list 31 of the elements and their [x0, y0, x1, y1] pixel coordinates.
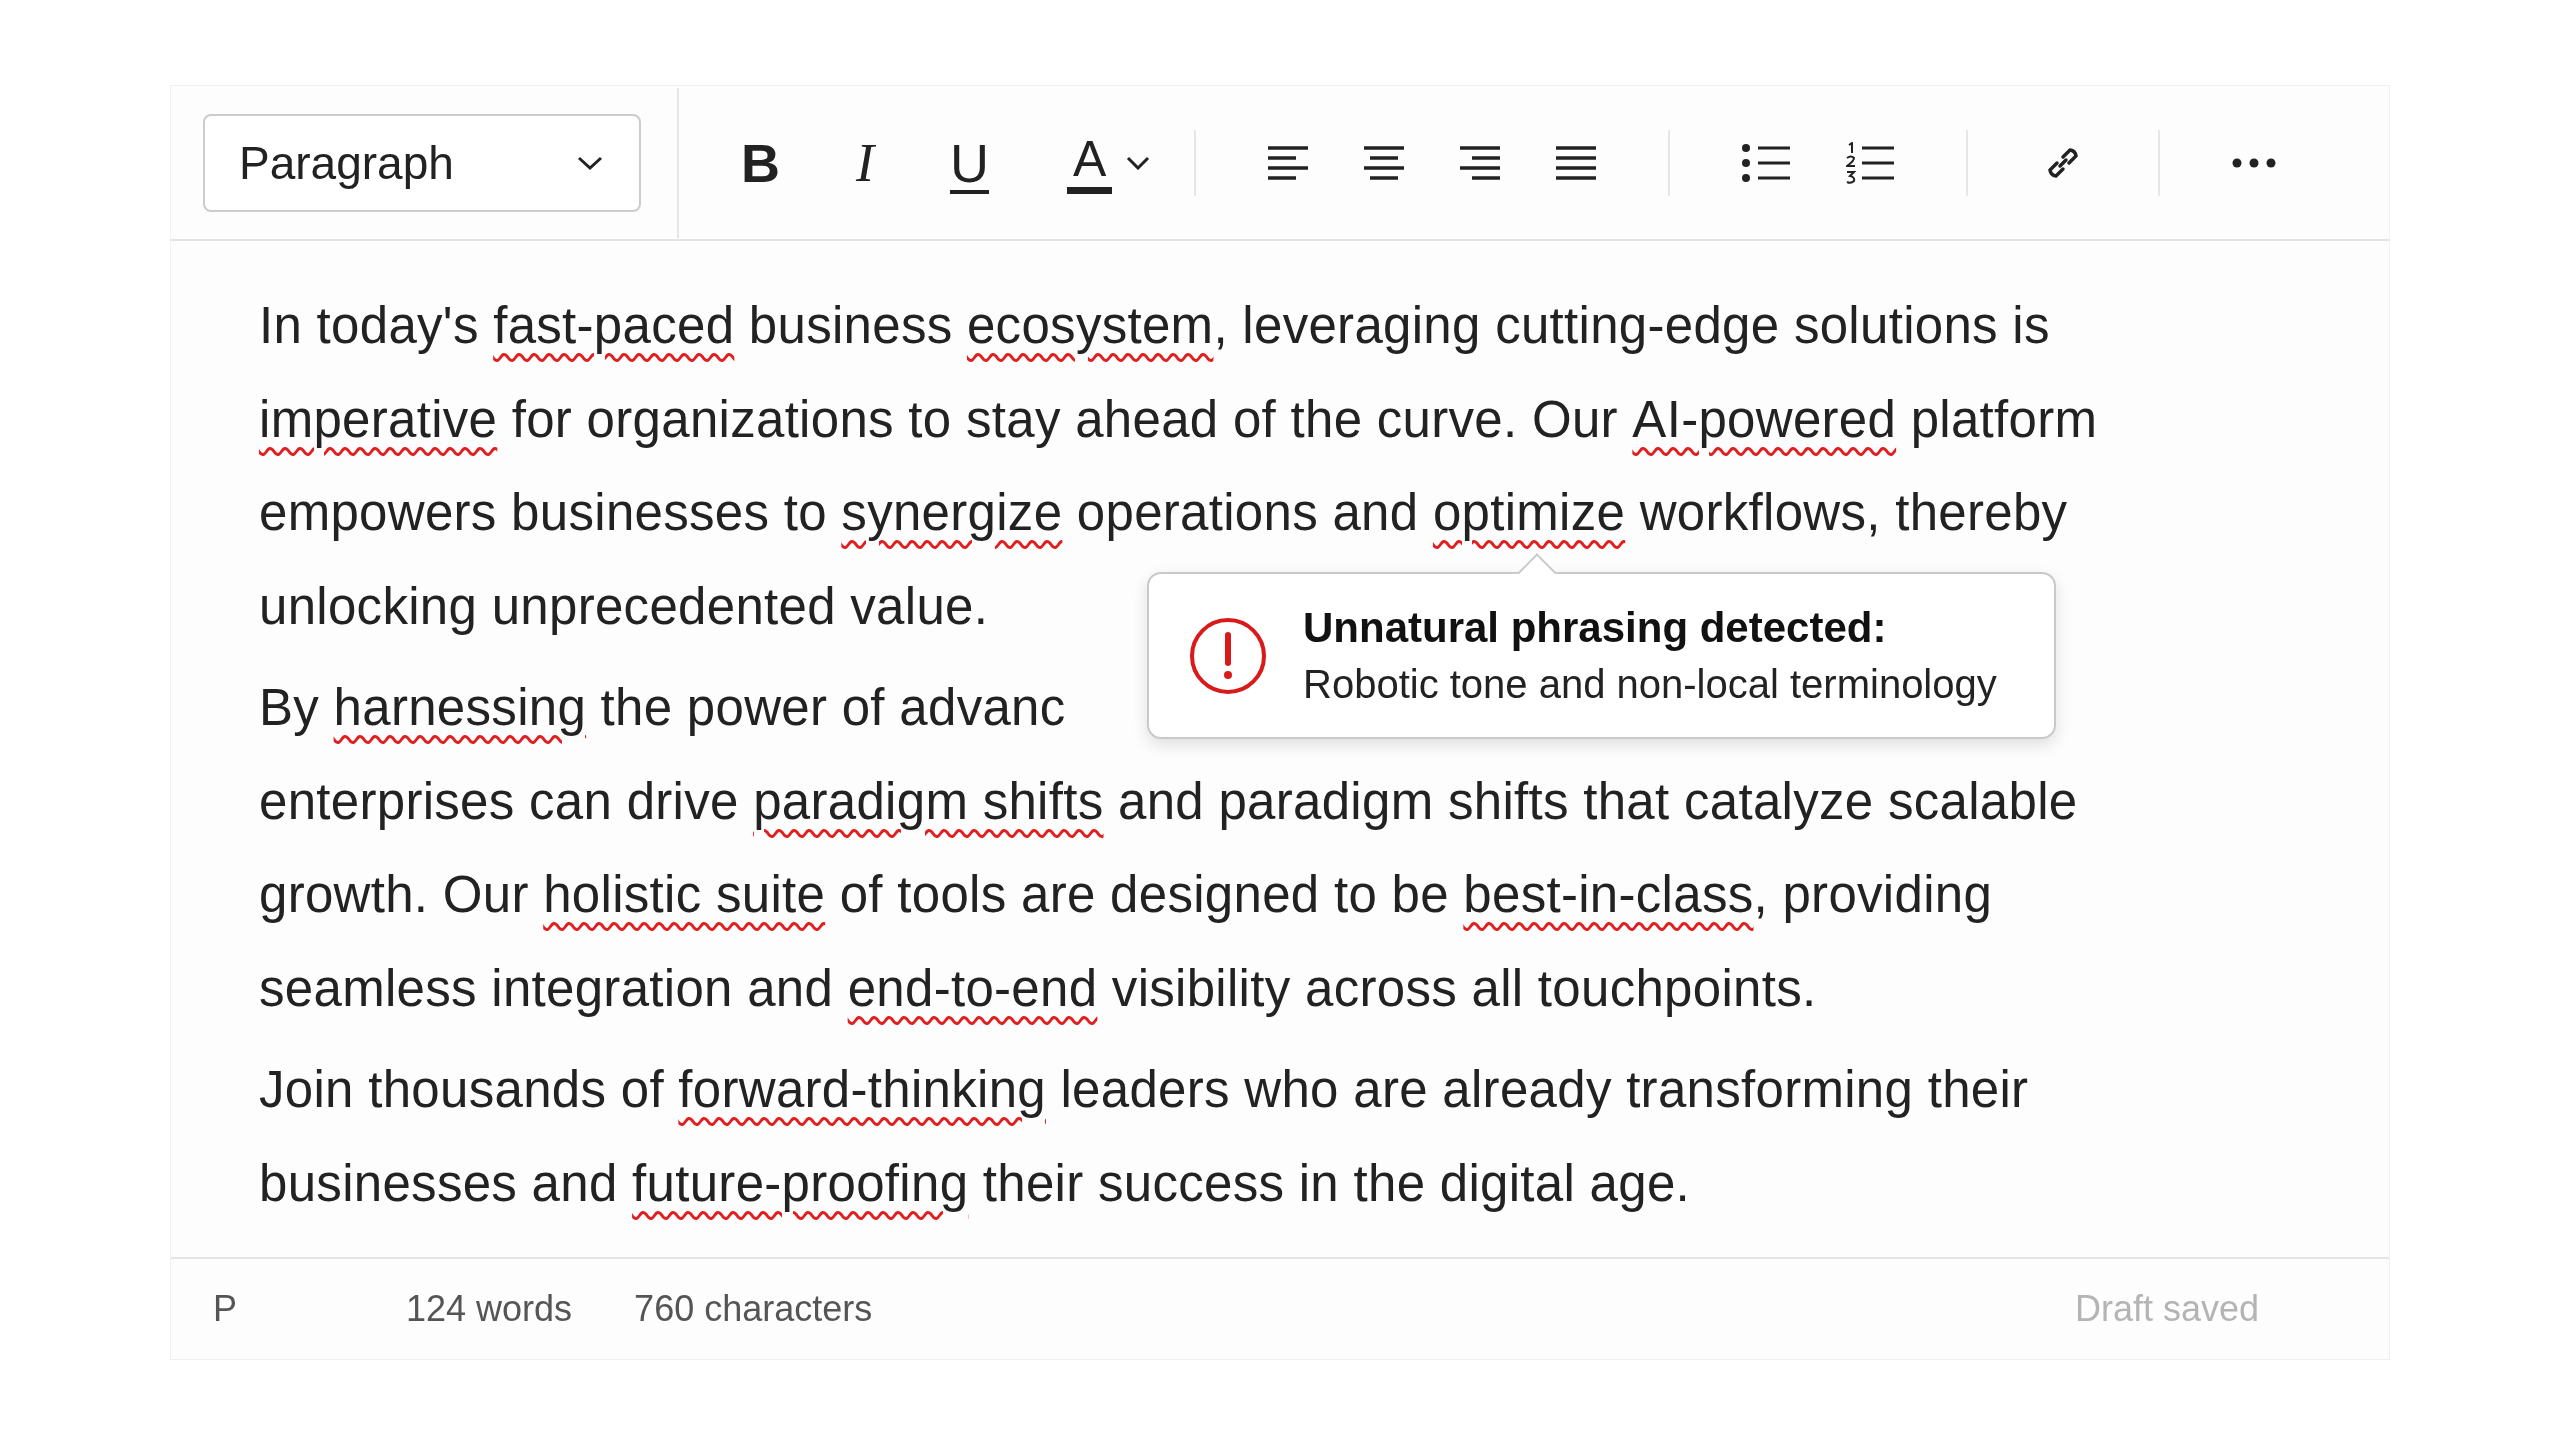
tooltip-message: Robotic tone and non-local terminology: [1303, 662, 1997, 707]
block-format-dropdown[interactable]: Paragraph: [203, 113, 641, 212]
text-line: seamless integration and end-to-end visibility across all touchpoints.: [259, 958, 1817, 1019]
italic-button[interactable]: I: [848, 127, 882, 198]
character-count: 760 characters: [634, 1288, 873, 1330]
warning-icon: [1189, 616, 1267, 695]
text-line: businesses and future-proofing their success in the digital age.: [259, 1153, 1691, 1214]
align-left-icon[interactable]: [1268, 144, 1309, 181]
text-color-button[interactable]: A: [1067, 131, 1113, 194]
align-right-icon[interactable]: [1460, 144, 1501, 181]
text-line: unlocking unprecedented value.: [259, 576, 989, 637]
text-line: imperative for organizations to stay ahead of the curve. Our AI-powered platform: [259, 389, 2098, 450]
text-line: growth. Our holistic suite of tools are designed to be best-in-class, providing: [259, 865, 1993, 925]
more-icon[interactable]: [2232, 157, 2277, 168]
bold-button[interactable]: B: [733, 127, 788, 198]
underline-button[interactable]: U: [942, 127, 997, 198]
text-line: In today's fast-paced business ecosystem, leveraging cutting-edge solutions is: [259, 296, 2050, 356]
align-center-icon[interactable]: [1364, 144, 1405, 181]
text-line: Join thousands of forward-thinking leaders who are already transforming their: [259, 1060, 2029, 1120]
word-count: 124 words: [406, 1288, 573, 1330]
justify-icon[interactable]: [1556, 144, 1597, 181]
chevron-icon[interactable]: [1126, 155, 1151, 170]
text-line: By harnessing the power of advanc: [259, 678, 1066, 738]
text-line: enterprises can drive paradigm shifts and paradigm shifts that catalyze scalable: [259, 771, 2078, 832]
numbered-list-icon[interactable]: [1846, 141, 1895, 184]
block-type-label: P: [213, 1288, 238, 1330]
save-status: Draft saved: [2074, 1288, 2259, 1330]
bulleted-list-icon[interactable]: [1742, 142, 1791, 183]
chevron-icon: [577, 154, 603, 171]
tooltip-title: Unnatural phrasing detected:: [1303, 604, 1888, 652]
text-line: empowers businesses to synergize operations and optimize workflows, thereby: [259, 483, 2068, 543]
